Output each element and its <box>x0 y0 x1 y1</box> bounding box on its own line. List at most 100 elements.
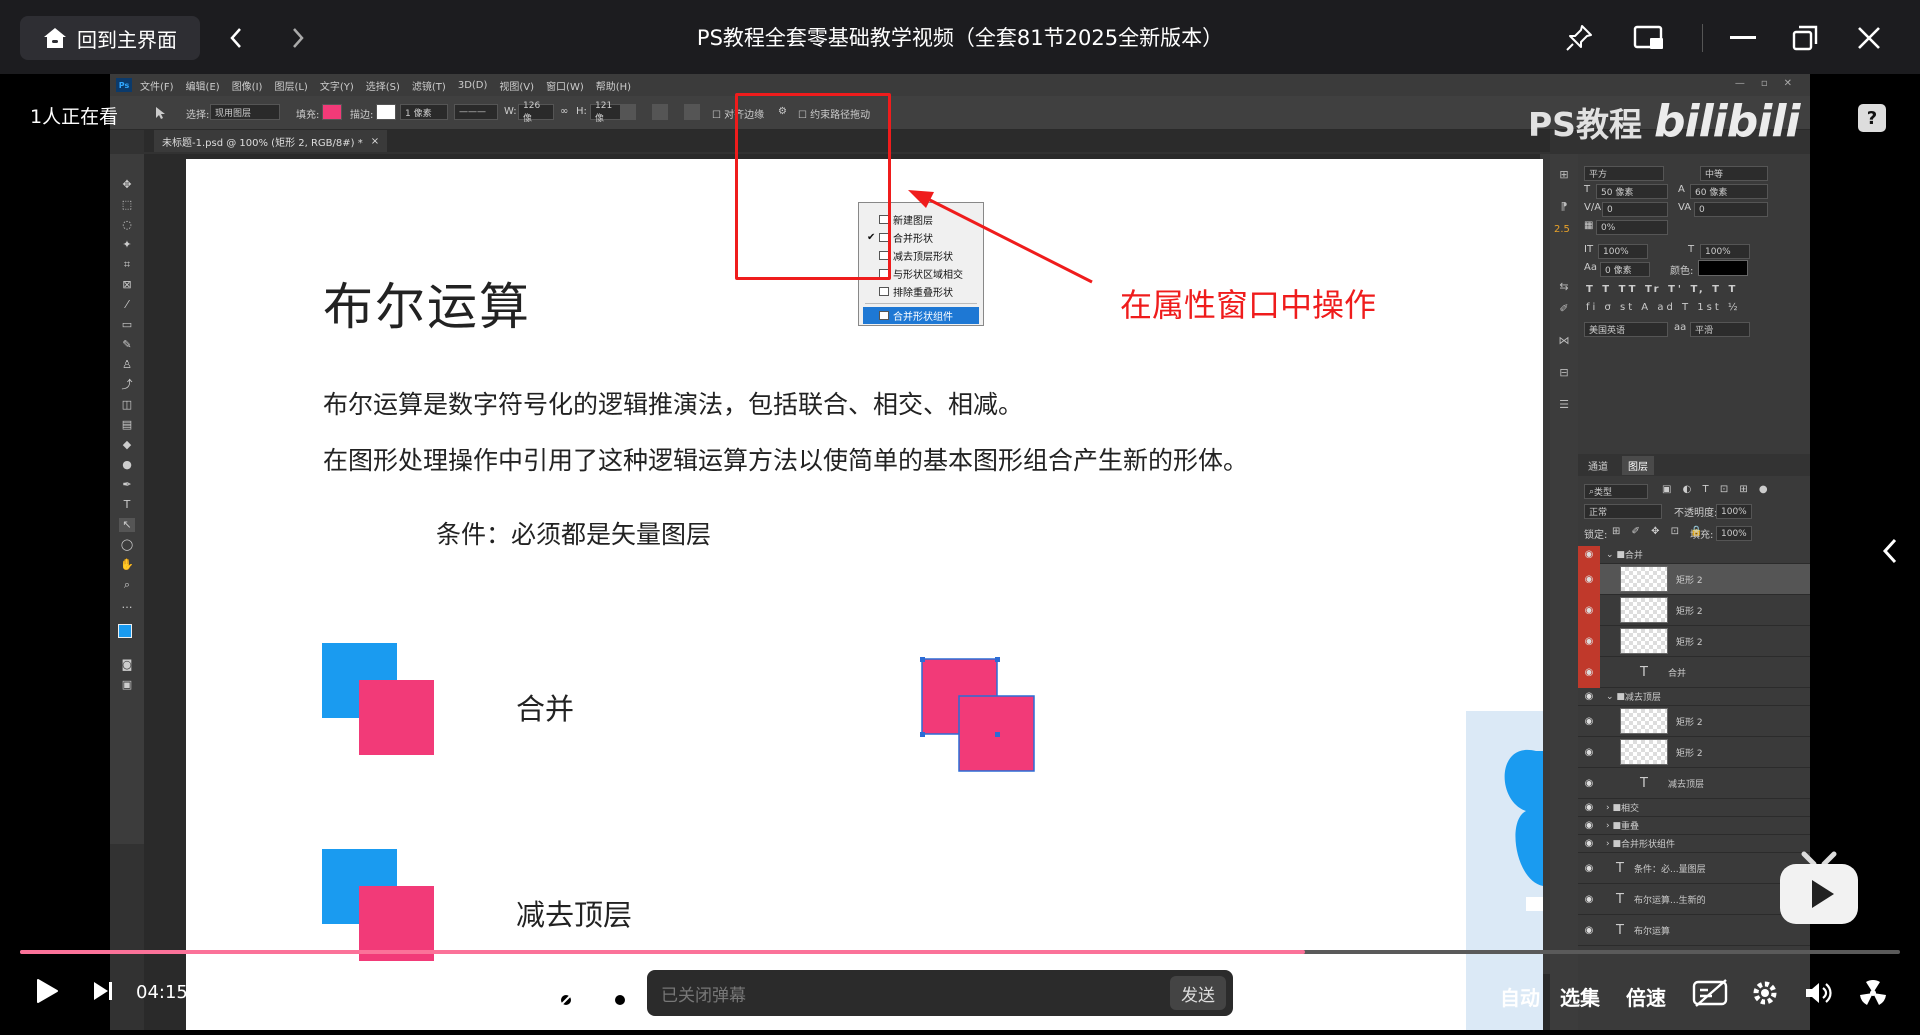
subtract-shape-example <box>322 849 434 961</box>
next-button[interactable] <box>88 976 118 1006</box>
fill-label: 填充: <box>296 110 320 121</box>
layer-row: ◉ T 减去顶层 <box>1578 768 1810 799</box>
layer-row: ◉ 矩形 2 <box>1578 737 1810 768</box>
lock-label: 锁定: <box>1584 530 1608 541</box>
baseline-icon: Aa <box>1584 262 1597 273</box>
ruler-label: 2.5 <box>1554 224 1570 235</box>
ps-layers-panel: 通道 图层 ⌕ 类型 ▣ ◐ T ⊡ ⊞ ● 正常 不透明度: 100% 锁定:… <box>1578 454 1810 1030</box>
pin-button[interactable] <box>1558 17 1600 59</box>
subtract-label: 减去顶层 <box>516 898 633 932</box>
brush-tool-icon: ✎ <box>122 338 132 351</box>
send-button[interactable]: 发送 <box>1170 976 1226 1010</box>
progress-bar[interactable] <box>20 950 1900 954</box>
hscale-icon: T <box>1688 244 1695 255</box>
layer-name: 减去顶层 <box>1624 693 1661 703</box>
properties-icon: ☰ <box>1559 398 1569 411</box>
eraser-icon: ◫ <box>121 398 133 411</box>
tsume-icon: ▦ <box>1584 220 1594 231</box>
home-button[interactable]: 回到主界面 <box>20 16 200 60</box>
layer-kind-filter: ⌕ 类型 <box>1584 484 1648 499</box>
folder-icon: › ■ <box>1606 820 1621 831</box>
close-button[interactable] <box>1848 17 1890 59</box>
stroke-type: ——— <box>454 104 498 120</box>
subtitle-button[interactable] <box>1692 978 1730 1012</box>
home-icon <box>44 28 66 48</box>
play-button[interactable] <box>32 976 62 1006</box>
viewer-count: 1人正在看 <box>30 106 119 128</box>
ps-menu-item: 文件(F) <box>140 81 174 93</box>
opacity-label: 不透明度: <box>1674 508 1718 519</box>
filter-icons: ▣ ◐ T ⊡ ⊞ ● <box>1662 484 1772 495</box>
ps-menu-bar: Ps 文件(F) 编辑(E) 图像(I) 图层(L) 文字(Y) 选择(S) 滤… <box>110 74 1810 96</box>
danmu-toggle-button[interactable]: 弹 <box>540 978 574 1012</box>
side-panel-toggle[interactable] <box>1882 538 1898 568</box>
help-button[interactable]: ? <box>1858 104 1886 132</box>
svg-text:弹: 弹 <box>547 986 558 1000</box>
color-label: 颜色: <box>1670 266 1694 277</box>
leading-icon: A <box>1678 184 1685 195</box>
w-label: W: <box>504 106 517 117</box>
pin-icon <box>1566 25 1592 51</box>
window-title: PS教程全套零基础教学视频（全套81节2025全新版本） <box>696 26 1224 50</box>
layer-row: ◉ › ■ 合并形状组件 <box>1578 835 1810 853</box>
path-select-icon <box>156 107 165 119</box>
layers-tab: 图层 <box>1622 455 1654 475</box>
forward-button[interactable] <box>278 18 318 58</box>
layer-name: 条件：必...量图层 <box>1634 864 1706 875</box>
speed-button[interactable]: 倍速 <box>1626 982 1666 1011</box>
eye-icon: ◉ <box>1584 715 1594 727</box>
danmu-input[interactable]: 已关闭弹幕 <box>647 970 1233 1016</box>
libraries-icon: ⊟ <box>1559 366 1569 379</box>
minimize-button[interactable] <box>1722 17 1764 59</box>
fill-label: 填充: <box>1690 530 1714 541</box>
eye-icon: ◉ <box>1578 545 1600 564</box>
text-layer-icon: T <box>1616 860 1624 876</box>
restore-button[interactable] <box>1784 17 1826 59</box>
settings-button[interactable] <box>1750 978 1780 1012</box>
language: 美国英语 <box>1584 322 1668 337</box>
time-display: 04:15 / 06:13 <box>136 982 257 1003</box>
ps-document-tab: 未标题-1.psd @ 100% (矩形 2, RGB/8#) * × <box>154 130 388 152</box>
fill-swatch <box>322 104 342 120</box>
lasso-tool-icon: ◌ <box>122 218 132 231</box>
stroke-swatch <box>376 104 396 120</box>
bilibili-tv-button[interactable] <box>1778 850 1860 928</box>
blend-mode: 正常 <box>1584 504 1662 519</box>
size-icon: T <box>1584 184 1591 195</box>
episodes-button[interactable]: 选集 <box>1560 982 1600 1011</box>
layer-name: 合并 <box>1624 551 1643 561</box>
dodge-icon: ● <box>122 458 132 471</box>
pip-button[interactable] <box>1628 17 1670 59</box>
font-weight: 中等 <box>1700 166 1768 181</box>
layers-tabs: 通道 图层 <box>1578 454 1810 476</box>
home-label: 回到主界面 <box>77 27 177 52</box>
path-arrange-button <box>684 104 700 120</box>
fullscreen-button[interactable] <box>1858 978 1888 1012</box>
volume-button[interactable] <box>1804 980 1834 1010</box>
ps-menu-item: 3D(D) <box>457 79 488 91</box>
layer-row: ◉ 矩形 2 <box>1578 594 1810 626</box>
progress-fill <box>20 950 1305 954</box>
ps-character-panel: 平方 中等 T 50 像素 A 60 像素 V/A 0 VA 0 ▦ 0% IT… <box>1578 154 1810 454</box>
quality-button[interactable]: 自动 <box>1500 982 1540 1011</box>
zoom-tool-icon: ⌕ <box>123 578 131 591</box>
opentype-buttons: fi σ st A ad T 1st ½ <box>1586 302 1741 313</box>
layer-row: ◉ T 条件：必...量图层 <box>1578 853 1810 884</box>
history-icon: ⊞ <box>1559 168 1569 181</box>
eye-icon: ◉ <box>1584 777 1594 789</box>
ps-menu-item: 图像(I) <box>231 81 263 93</box>
vertical-scale: 100% <box>1598 244 1648 259</box>
baseline-shift: 0 像素 <box>1600 262 1650 277</box>
toolbar-divider <box>1702 24 1703 52</box>
ps-menu-item: 视图(V) <box>499 81 535 93</box>
danmu-settings-button[interactable]: 弹 <box>594 978 628 1012</box>
path-align-button <box>652 104 668 120</box>
back-button[interactable] <box>216 18 256 58</box>
path-op-label: 合并形状组件 <box>893 312 953 323</box>
select-label: 选择: <box>186 110 210 121</box>
more-tools-icon: … <box>121 598 133 611</box>
chevron-left-icon <box>230 28 241 48</box>
frame-tool-icon: ⊠ <box>122 278 132 291</box>
layer-name: 相交 <box>1620 804 1639 814</box>
annotation-text: 在属性窗口中操作 <box>1120 286 1377 324</box>
